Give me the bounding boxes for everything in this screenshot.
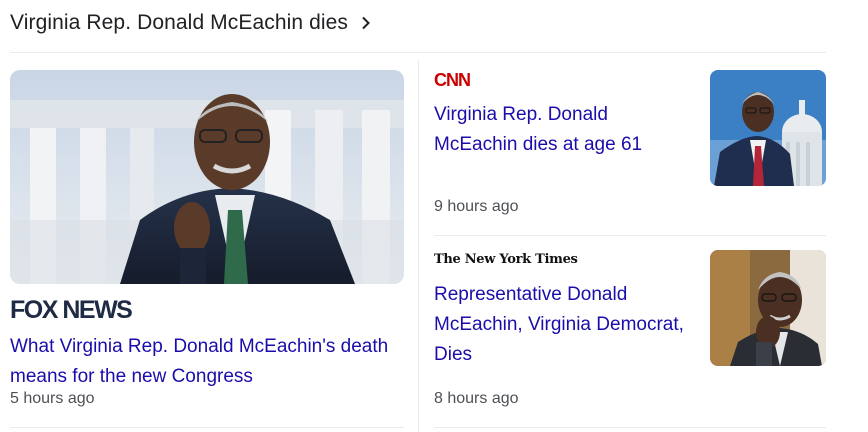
story-headline[interactable]: Virginia Rep. Donald McEachin dies at ag… <box>434 100 684 160</box>
source-logo-foxnews: FOX NEWS <box>10 296 133 324</box>
story-timestamp: 5 hours ago <box>10 390 95 407</box>
story-card-nyt[interactable]: The New York Times Representative Donald… <box>434 250 826 420</box>
story-card-cnn[interactable]: CNN Virginia Rep. Donald McEachin dies a… <box>434 70 826 235</box>
chevron-right-icon <box>362 16 370 30</box>
story-headline[interactable]: Representative Donald McEachin, Virginia… <box>434 280 684 370</box>
story-timestamp: 8 hours ago <box>434 390 519 407</box>
story-divider <box>434 235 826 236</box>
card-bottom-divider <box>434 427 826 428</box>
story-thumbnail <box>710 250 826 366</box>
story-headline[interactable]: What Virginia Rep. Donald McEachin's dea… <box>10 332 390 392</box>
story-thumbnail <box>710 70 826 186</box>
header-divider <box>10 52 826 53</box>
column-divider <box>418 60 419 432</box>
topic-title: Virginia Rep. Donald McEachin dies <box>10 11 349 34</box>
source-logo-cnn: CNN <box>434 70 471 90</box>
card-bottom-divider <box>10 427 404 428</box>
source-logo-nyt: The New York Times <box>434 252 578 267</box>
story-timestamp: 9 hours ago <box>434 198 519 215</box>
featured-story-image <box>10 70 404 284</box>
featured-story-card[interactable]: FOX NEWS What Virginia Rep. Donald McEac… <box>10 70 404 415</box>
topic-header[interactable]: Virginia Rep. Donald McEachin dies <box>10 8 374 38</box>
